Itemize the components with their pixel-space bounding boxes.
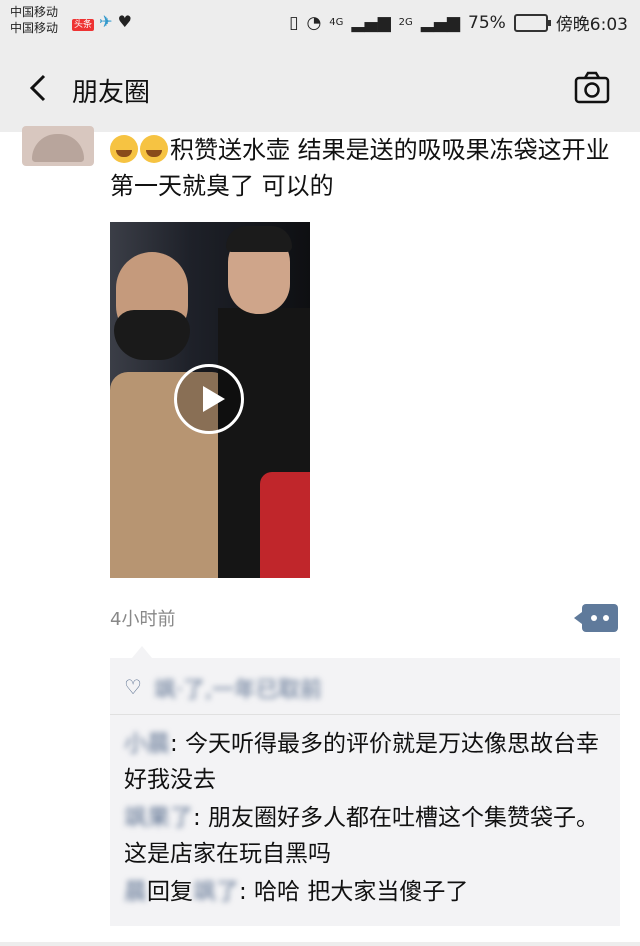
network-type-2: 2G	[398, 17, 413, 28]
heart-icon: ♡	[124, 675, 142, 699]
commenter-name[interactable]: 晨	[124, 879, 147, 905]
comment-item[interactable]: 晨回复飒了: 哈哈 把大家当傻子了	[124, 874, 610, 910]
comment-item[interactable]: 飒果了: 朋友圈好多人都在吐槽这个集赞袋子。这是店家在玩自黑吗	[124, 800, 610, 872]
signal-icon-2: ▂▄▆	[420, 12, 461, 33]
likes-list[interactable]: 飒·了,一年已取前	[154, 672, 322, 704]
reply-to-name[interactable]: 飒了	[193, 879, 239, 905]
battery-icon	[513, 13, 551, 32]
avatar[interactable]	[22, 126, 94, 166]
nav-bar: 朋友圈	[0, 44, 640, 132]
vibrate-icon: ▯	[289, 12, 299, 33]
ellipsis-icon	[591, 615, 597, 621]
play-icon[interactable]	[174, 364, 244, 434]
page-title: 朋友圈	[72, 78, 151, 108]
battery-percent: 75%	[468, 12, 506, 33]
back-arrow-icon[interactable]	[20, 68, 60, 108]
signal-icon: ▂▄▆	[351, 12, 391, 33]
wifi-icon: ◔	[306, 12, 322, 33]
status-bar: 中国移动 中国移动 头条 ✈ ♥ ▯ ◔ 4G ▂▄▆ 2G ▂▄▆ 75% 傍…	[0, 0, 640, 44]
laugh-emoji-icon	[140, 135, 168, 163]
post-time: 4小时前	[110, 609, 176, 630]
comment-text: : 哈哈 把大家当傻子了	[239, 879, 469, 905]
carrier-1: 中国移动	[10, 5, 59, 19]
commenter-name[interactable]: 飒果了	[124, 805, 193, 831]
post-text: 积赞送水壶 结果是送的吸吸果冻袋这开业第一天就臭了 可以的	[110, 136, 610, 200]
camera-icon[interactable]	[574, 70, 610, 104]
heart-rate-icon: ♥	[117, 12, 132, 31]
reply-word: 回复	[147, 879, 193, 905]
bottom-divider	[0, 942, 640, 946]
notification-icons: 头条 ✈ ♥	[72, 12, 132, 31]
comment-text: : 朋友圈好多人都在吐槽这个集赞袋子。这是店家在玩自黑吗	[124, 805, 600, 867]
laugh-emoji-icon	[110, 135, 138, 163]
carrier-labels: 中国移动 中国移动	[10, 4, 58, 36]
post-content: 积赞送水壶 结果是送的吸吸果冻袋这开业第一天就臭了 可以的	[110, 132, 620, 204]
commenter-name[interactable]: 小晨	[124, 731, 170, 757]
network-type: 4G	[329, 17, 344, 28]
comment-item[interactable]: 小晨: 今天听得最多的评价就是万达像思故台幸好我没去	[124, 726, 610, 798]
carrier-2: 中国移动	[10, 21, 59, 35]
clock: 傍晚6:03	[555, 15, 628, 35]
plane-icon: ✈	[99, 12, 113, 31]
video-thumbnail[interactable]	[110, 222, 310, 578]
status-right: ▯ ◔ 4G ▂▄▆ 2G ▂▄▆ 75% 傍晚6:03	[289, 10, 628, 36]
comment-text: : 今天听得最多的评价就是万达像思故台幸好我没去	[124, 731, 600, 793]
more-actions-button[interactable]	[574, 604, 618, 632]
comments-panel: ♡ 飒·了,一年已取前 小晨: 今天听得最多的评价就是万达像思故台幸好我没去 飒…	[110, 646, 620, 926]
news-badge: 头条	[72, 19, 95, 31]
likes-row: ♡ 飒·了,一年已取前	[110, 658, 620, 715]
